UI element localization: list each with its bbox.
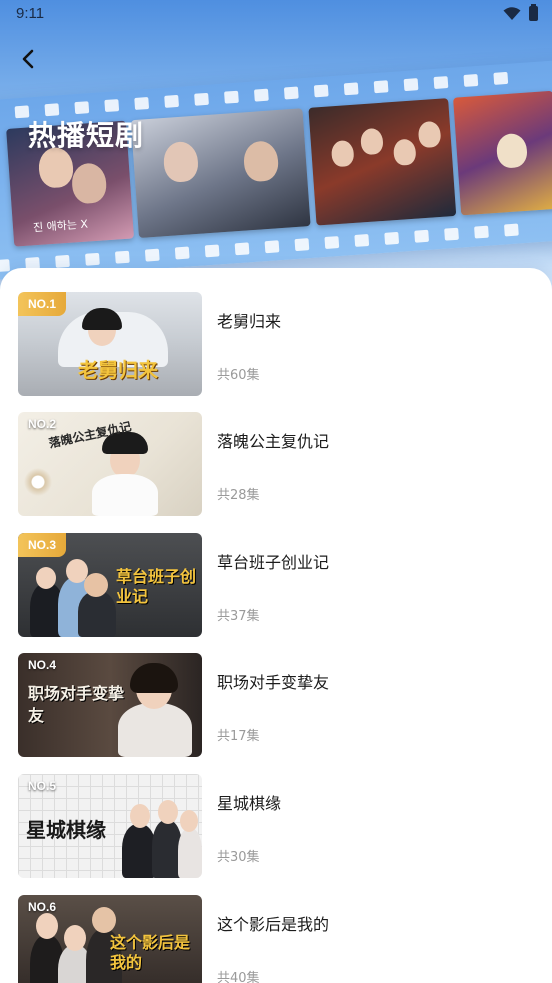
list-item[interactable]: 职场对手变挚友 NO.4 职场对手变挚友 共17集 [18, 653, 538, 757]
header-banner: 9:11 진 애하는 X 热播短剧 [0, 0, 552, 300]
status-time: 9:11 [16, 5, 45, 22]
drama-title[interactable]: 职场对手变挚友 [217, 669, 329, 693]
drama-cover[interactable]: 星城棋缘 NO.5 [18, 774, 202, 878]
drama-cover[interactable]: 落魄公主复仇记 NO.2 [18, 412, 202, 516]
drama-cover[interactable]: 这个影后是我的 NO.6 [18, 895, 202, 983]
wifi-icon [503, 6, 521, 20]
banner-poster[interactable] [453, 90, 552, 216]
banner-poster[interactable] [130, 108, 311, 238]
cover-caption: 老舅归来 [78, 358, 158, 382]
episode-count: 共30集 [217, 850, 260, 865]
rank-badge: NO.5 [28, 779, 57, 793]
banner-poster[interactable] [308, 98, 457, 226]
list-item[interactable]: 星城棋缘 NO.5 星城棋缘 共30集 [18, 774, 538, 878]
status-icons [503, 4, 538, 21]
ranking-list: 老舅归来 NO.1 老舅归来 共60集 落魄公主复仇记 NO.2 落魄公主复仇记… [0, 268, 552, 983]
rank-badge: NO.1 [18, 292, 67, 316]
episode-count: 共37集 [217, 609, 260, 624]
drama-title[interactable]: 星城棋缘 [217, 790, 281, 814]
drama-cover[interactable]: 职场对手变挚友 NO.4 [18, 653, 202, 757]
status-bar: 9:11 [0, 0, 552, 30]
film-strip-banner: 진 애하는 X [0, 59, 552, 290]
list-item[interactable]: 落魄公主复仇记 NO.2 落魄公主复仇记 共28集 [18, 412, 538, 516]
rank-badge: NO.3 [18, 533, 67, 557]
drama-title[interactable]: 落魄公主复仇记 [217, 428, 329, 452]
episode-count: 共60集 [217, 368, 260, 383]
poster-caption: 진 애하는 X [32, 217, 89, 235]
episode-count: 共28集 [217, 488, 260, 503]
cover-caption: 职场对手变挚友 [28, 684, 125, 725]
film-band: 진 애하는 X [0, 59, 552, 281]
battery-icon [529, 4, 538, 21]
chevron-left-icon [22, 49, 34, 69]
drama-cover[interactable]: 老舅归来 NO.1 [18, 292, 202, 396]
list-item[interactable]: 老舅归来 NO.1 老舅归来 共60集 [18, 292, 538, 396]
cover-caption: 草台班子创业记 [116, 567, 197, 606]
drama-title[interactable]: 老舅归来 [217, 308, 281, 332]
drama-cover[interactable]: 草台班子创业记 NO.3 [18, 533, 202, 637]
back-button[interactable] [14, 44, 44, 74]
rank-badge: NO.2 [28, 417, 57, 431]
cover-caption: 星城棋缘 [26, 818, 106, 842]
drama-title[interactable]: 草台班子创业记 [217, 549, 329, 573]
episode-count: 共40集 [217, 971, 260, 983]
rank-badge: NO.4 [28, 658, 57, 672]
drama-title[interactable]: 这个影后是我的 [217, 911, 329, 935]
episode-count: 共17集 [217, 729, 260, 744]
list-item[interactable]: 草台班子创业记 NO.3 草台班子创业记 共37集 [18, 533, 538, 637]
page-title: 热播短剧 [28, 119, 145, 152]
cover-caption: 这个影后是我的 [110, 933, 191, 972]
list-item[interactable]: 这个影后是我的 NO.6 这个影后是我的 共40集 [18, 895, 538, 983]
rank-badge: NO.6 [28, 900, 57, 914]
